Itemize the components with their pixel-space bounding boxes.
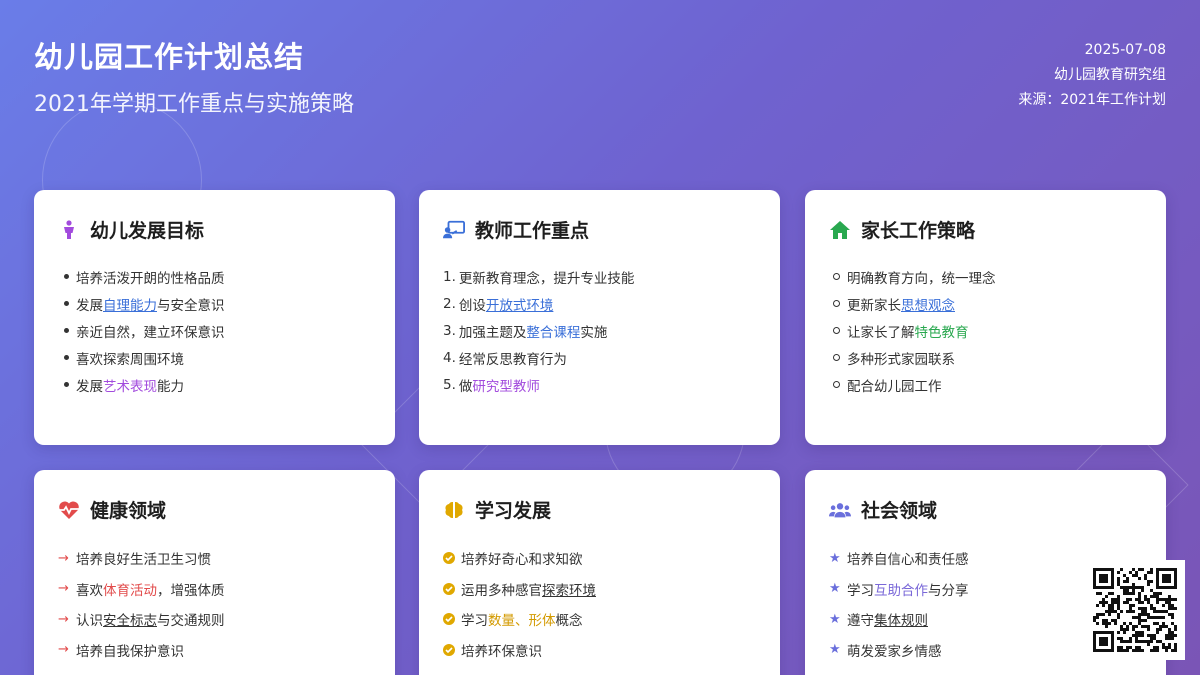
- highlight-link[interactable]: 开放式环境: [486, 294, 554, 314]
- card-child-development: 幼儿发展目标 培养活泼开朗的性格品质 发展 自理能力 与安全意识 亲近自然，建立环保…: [34, 190, 395, 445]
- card-teacher-focus: 教师工作重点 1. 更新教育理念，提升专业技能 2. 创设 开放式环境 3. 加强主题及…: [419, 190, 780, 445]
- check-circle-icon: [443, 643, 461, 656]
- list-item: 培养好奇心和求知欲: [443, 543, 756, 574]
- card-title: 教师工作重点: [475, 220, 590, 242]
- card-title: 学习发展: [475, 500, 552, 522]
- list-item: 学习 数量、形体 概念: [443, 604, 756, 635]
- list-item: 5. 做研究型教师: [443, 376, 540, 395]
- highlight-text: 数量、形体: [488, 613, 556, 630]
- list-item: 让家长了解 特色教育: [829, 317, 1142, 344]
- arrow-right-icon: →: [58, 611, 69, 627]
- arrow-right-icon: →: [58, 581, 69, 597]
- child-icon: [58, 219, 80, 241]
- card-title: 社会领域: [861, 500, 938, 522]
- list-item: → 培养自我保护意识: [58, 642, 184, 660]
- list-item: 1. 更新教育理念，提升专业技能: [443, 268, 635, 287]
- highlight-link[interactable]: 安全标志: [103, 609, 157, 629]
- highlight-link[interactable]: 探索环境: [542, 579, 596, 599]
- meta-date: 2025-07-08: [1084, 42, 1166, 58]
- highlight-text: 研究型教师: [472, 378, 540, 395]
- list-item: 喜欢探索周围环境: [58, 344, 371, 371]
- list-item: 发展 自理能力 与安全意识: [58, 290, 371, 317]
- highlight-text: 特色教育: [914, 324, 969, 341]
- highlight-text: 艺术表现: [103, 378, 157, 395]
- check-circle-icon: [443, 552, 461, 565]
- highlight-link[interactable]: 思想观念: [901, 294, 955, 314]
- highlight-text: 整合课程: [526, 324, 581, 341]
- meta-info: 2025-07-08 幼儿园教育研究组 来源：2021年工作计划: [1018, 38, 1166, 113]
- heartbeat-icon: [58, 499, 80, 521]
- arrow-right-icon: →: [58, 550, 69, 566]
- list-item: 多种形式家园联系: [829, 344, 1142, 371]
- highlight-text: 体育活动: [103, 582, 157, 599]
- list-item: 发展 艺术表现 能力: [58, 371, 371, 398]
- brain-icon: [443, 499, 465, 521]
- star-icon: ★: [829, 642, 841, 658]
- star-icon: ★: [829, 550, 841, 566]
- meta-org: 幼儿园教育研究组: [1054, 67, 1166, 83]
- list-item: 2. 创设 开放式环境: [443, 294, 554, 314]
- star-icon: ★: [829, 581, 841, 597]
- arrow-right-icon: →: [58, 642, 69, 658]
- card-learning: 学习发展 培养好奇心和求知欲 运用多种感官 探索环境 学习 数量、形体 概念 培养环保…: [419, 470, 780, 675]
- page-header: 幼儿园工作计划总结 2021年学期工作重点与实施策略: [34, 34, 354, 118]
- list-item: 培养环保意识: [443, 635, 756, 666]
- card-title: 家长工作策略: [861, 220, 976, 242]
- list-item: → 认识 安全标志 与交通规则: [58, 604, 371, 635]
- list-item: 3. 加强主题及 整合课程 实施: [443, 322, 608, 341]
- home-icon: [829, 219, 851, 241]
- highlight-text: 互助合作: [874, 582, 928, 599]
- card-title: 健康领域: [90, 500, 167, 522]
- list-item: 更新家长 思想观念: [829, 290, 1142, 317]
- page-subtitle: 2021年学期工作重点与实施策略: [34, 92, 354, 117]
- list-item: → 培养良好生活卫生习惯: [58, 550, 211, 569]
- list-item: 明确教育方向，统一理念: [829, 263, 1142, 290]
- list-item: 运用多种感官 探索环境: [443, 574, 756, 605]
- users-icon: [829, 499, 851, 521]
- qr-code-image: [1093, 568, 1177, 652]
- list-item: 亲近自然，建立环保意识: [58, 317, 371, 344]
- list-item: 配合幼儿园工作: [829, 371, 1142, 398]
- highlight-link[interactable]: 自理能力: [103, 294, 157, 314]
- check-circle-icon: [443, 613, 461, 626]
- star-icon: ★: [829, 611, 841, 627]
- list-item: 4. 经常反思教育行为: [443, 349, 567, 368]
- list-item: 培养活泼开朗的性格品质: [58, 263, 371, 290]
- meta-source: 来源：2021年工作计划: [1018, 92, 1166, 108]
- highlight-link[interactable]: 集体规则: [874, 609, 928, 629]
- check-circle-icon: [443, 582, 461, 595]
- page-title: 幼儿园工作计划总结: [34, 40, 305, 74]
- teacher-board-icon: [443, 219, 465, 241]
- qr-code[interactable]: [1085, 560, 1185, 660]
- list-item: → 喜欢 体育活动 ，增强体质: [58, 574, 371, 605]
- card-parent-strategy: 家长工作策略 明确教育方向，统一理念 更新家长 思想观念 让家长了解 特色教育 多种…: [805, 190, 1166, 445]
- card-title: 幼儿发展目标: [90, 220, 205, 242]
- card-health: 健康领域 → 培养良好生活卫生习惯 → 喜欢 体育活动 ，增强体质 → 认识 安全标志 与交通…: [34, 470, 395, 675]
